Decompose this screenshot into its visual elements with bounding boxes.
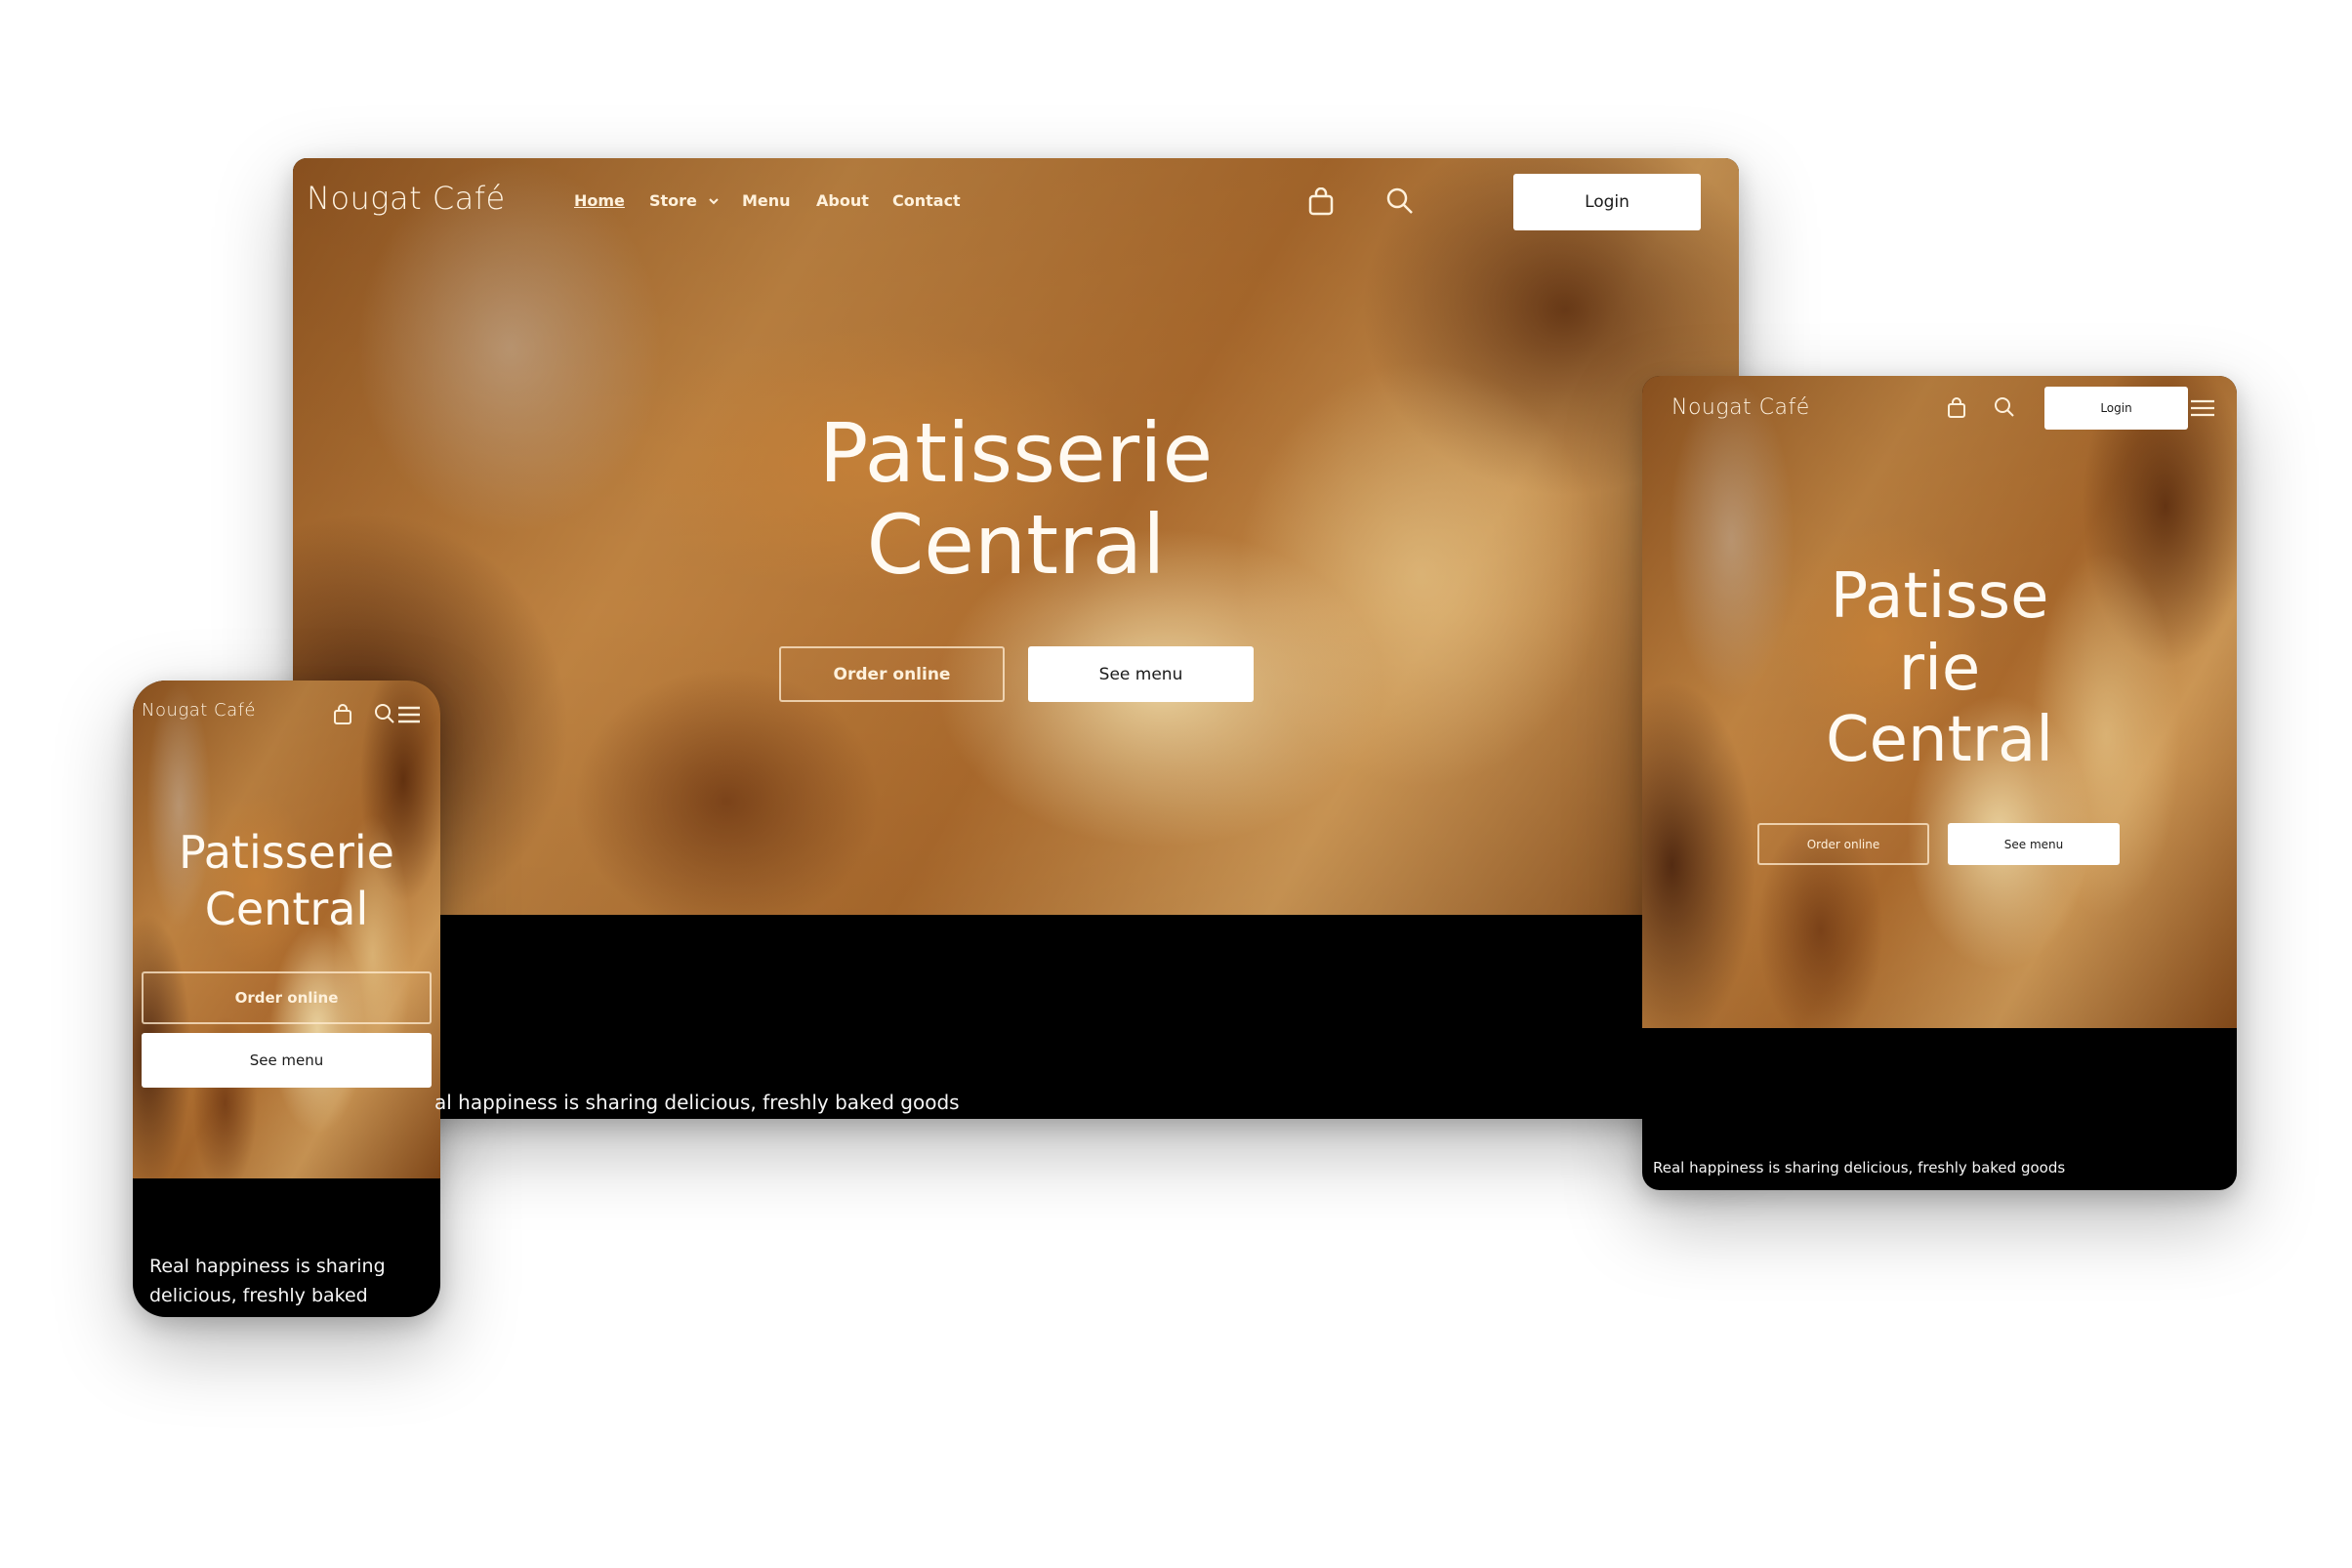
brand-logo[interactable]: Nougat Café: [1671, 395, 1810, 420]
hero-title-line-3: Central: [1825, 704, 2054, 777]
tagline-line-1: Real happiness is sharing: [149, 1256, 386, 1277]
hero-title: Patisserie Central: [293, 407, 1739, 591]
tagline: Real happiness is sharing delicious, fre…: [1653, 1159, 2066, 1176]
nav-item-home[interactable]: Home: [574, 191, 625, 210]
hero-title-line-2: rie: [1898, 632, 1981, 705]
nav-item-menu[interactable]: Menu: [742, 191, 791, 210]
hero-title-line-1: Patisserie: [818, 405, 1214, 501]
shopping-bag-icon[interactable]: [333, 704, 352, 725]
shopping-bag-icon[interactable]: [1307, 187, 1335, 217]
tagline: al happiness is sharing delicious, fresh…: [434, 1091, 960, 1114]
search-icon[interactable]: [1994, 396, 2015, 418]
brand-logo[interactable]: Nougat Café: [142, 700, 256, 721]
hero-title-line-1: Patisse: [1830, 560, 2049, 633]
hero-title: Patisse rie Central: [1642, 560, 2237, 777]
hero-title-line-1: Patisserie: [179, 826, 394, 879]
tagline: Real happiness is sharing delicious, fre…: [149, 1252, 386, 1310]
login-button[interactable]: Login: [2044, 387, 2188, 430]
main-nav: Home Store Menu About Contact: [293, 158, 1269, 236]
hamburger-menu-icon[interactable]: [2191, 399, 2214, 417]
see-menu-button[interactable]: See menu: [142, 1033, 432, 1088]
login-button[interactable]: Login: [1513, 174, 1701, 230]
nav-item-contact[interactable]: Contact: [892, 191, 961, 210]
order-online-button[interactable]: Order online: [1757, 823, 1929, 865]
order-online-button[interactable]: Order online: [779, 646, 1005, 702]
shopping-bag-icon[interactable]: [1947, 397, 1966, 419]
nav-item-store-label: Store: [649, 191, 697, 210]
hamburger-menu-icon[interactable]: [398, 706, 420, 723]
hero-title-line-2: Central: [204, 882, 369, 935]
order-online-button[interactable]: Order online: [142, 971, 432, 1024]
tagline-line-2: delicious, freshly baked: [149, 1285, 368, 1306]
hero-title-line-2: Central: [866, 497, 1166, 594]
mobile-preview: Nougat Café Patisserie Central Order onl…: [133, 681, 440, 1317]
nav-item-store[interactable]: Store: [649, 191, 720, 210]
see-menu-button[interactable]: See menu: [1948, 823, 2120, 865]
desktop-preview: Nougat Café Home Store Menu About Contac…: [293, 158, 1739, 1119]
nav-item-about[interactable]: About: [816, 191, 869, 210]
chevron-down-icon: [709, 198, 720, 205]
search-icon[interactable]: [1385, 186, 1415, 216]
search-icon[interactable]: [374, 703, 395, 724]
see-menu-button[interactable]: See menu: [1028, 646, 1254, 702]
hero-title: Patisserie Central: [133, 825, 440, 937]
